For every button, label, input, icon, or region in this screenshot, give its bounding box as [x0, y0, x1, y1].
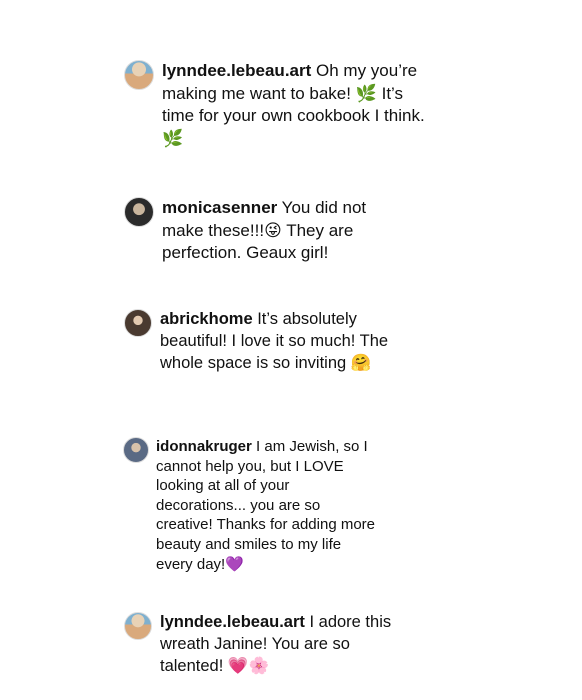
comment-body: I am Jewish, so I cannot help you, but I…: [156, 438, 376, 573]
comment-text: abrickhome It’s absolutely beautiful! I …: [160, 309, 410, 375]
pink-heart-emoji-icon: 💗: [227, 656, 249, 675]
comment-text: lynndee.lebeau.art Oh my you’re making m…: [162, 60, 432, 150]
avatar[interactable]: [123, 437, 149, 463]
comment-text: monicasenner You did not make these!!!😜 …: [162, 197, 402, 265]
hugging-face-emoji-icon: 🤗: [350, 353, 372, 372]
herb-emoji-icon: 🌿: [162, 128, 184, 149]
herb-emoji-icon: 🌿: [355, 83, 377, 104]
winking-tongue-emoji-icon: 😜: [264, 220, 282, 241]
avatar[interactable]: [124, 60, 154, 90]
comment-username[interactable]: lynndee.lebeau.art: [160, 613, 305, 631]
cherry-blossom-emoji-icon: 🌸: [248, 656, 269, 675]
avatar[interactable]: [124, 612, 152, 640]
comment-username[interactable]: abrickhome: [160, 310, 253, 328]
avatar[interactable]: [124, 309, 152, 337]
purple-heart-emoji-icon: 💜: [225, 554, 244, 573]
comment-text: idonnakruger I am Jewish, so I cannot he…: [156, 437, 381, 574]
avatar[interactable]: [124, 197, 154, 227]
comment-username[interactable]: monicasenner: [162, 198, 277, 217]
comment-text: lynndee.lebeau.art I adore this wreath J…: [160, 612, 405, 678]
comment-username[interactable]: lynndee.lebeau.art: [162, 61, 311, 80]
comment-username[interactable]: idonnakruger: [156, 438, 252, 455]
